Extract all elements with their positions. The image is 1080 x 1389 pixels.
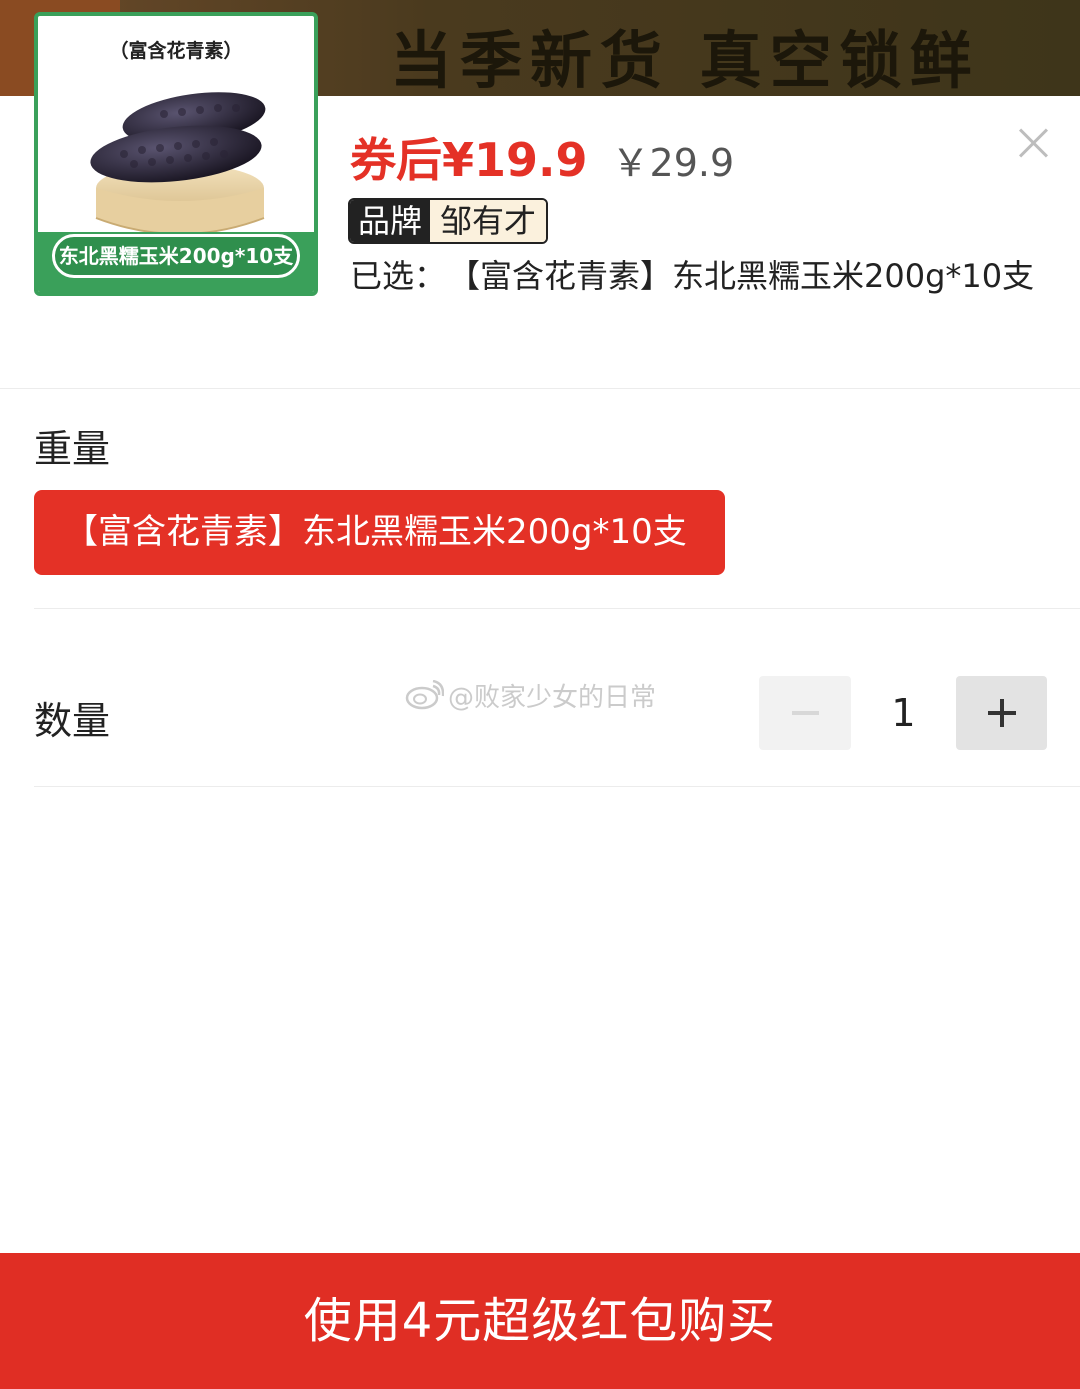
watermark: @败家少女的日常 xyxy=(404,677,656,713)
watermark-text: @败家少女的日常 xyxy=(448,682,657,713)
selected-value: 【富含花青素】东北黑糯玉米200g*10支 xyxy=(464,257,1035,295)
selected-sku-text: 已选： 【富含花青素】东北黑糯玉米200g*10支 xyxy=(350,248,1050,304)
weight-option-selected[interactable]: 【富含花青素】东北黑糯玉米200g*10支 xyxy=(34,490,725,575)
thumbnail-bottom-label: 东北黑糯玉米200g*10支 xyxy=(52,234,300,278)
brand-name: 邹有才 xyxy=(430,200,547,242)
brand-badge: 品牌 邹有才 xyxy=(348,198,549,244)
quantity-value[interactable]: 1 xyxy=(851,676,956,750)
black-corn-image xyxy=(90,92,266,235)
buy-button[interactable]: 使用4元超级红包购买 xyxy=(0,1253,1080,1389)
banner-text: 当季新货 真空锁鲜 xyxy=(390,24,980,96)
quantity-divider xyxy=(34,786,1080,787)
quantity-minus-button[interactable] xyxy=(759,676,851,750)
weight-section-title: 重量 xyxy=(34,427,111,471)
price-after-coupon: 券后¥19.9 xyxy=(350,133,588,187)
brand-tag: 品牌 xyxy=(350,200,431,242)
price-row: 券后¥19.9 ￥29.9 xyxy=(350,124,735,187)
thumbnail-top-label: （富含花青素） xyxy=(109,40,243,62)
selected-prefix: 已选： xyxy=(350,257,447,295)
quantity-plus-button[interactable] xyxy=(956,676,1047,750)
quantity-section-title: 数量 xyxy=(34,699,111,743)
product-thumbnail[interactable]: （富含花青素） 东北黑糯玉米200g*10支 xyxy=(34,12,318,296)
close-icon[interactable] xyxy=(1012,122,1054,164)
original-price: ￥29.9 xyxy=(611,141,735,185)
weight-divider xyxy=(34,608,1080,609)
header-divider xyxy=(0,388,1080,389)
weibo-logo-icon xyxy=(405,680,444,710)
